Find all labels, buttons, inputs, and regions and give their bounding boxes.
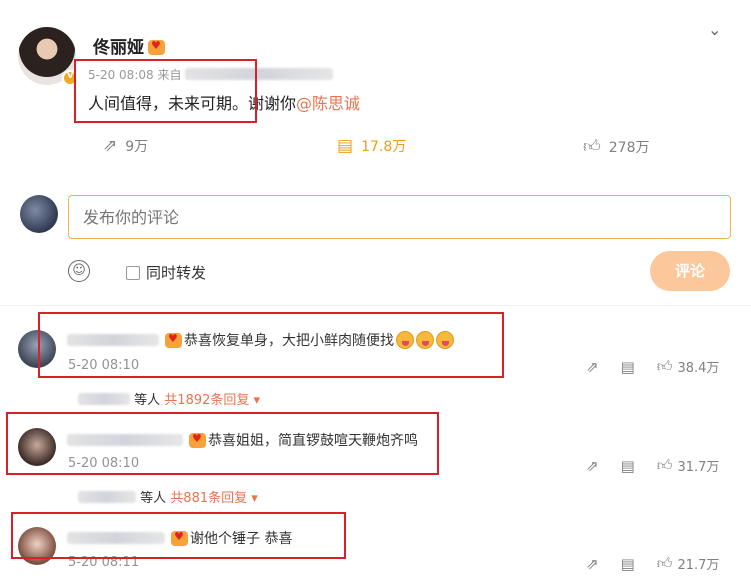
thumbs-up-icon: 👍︎ [583, 137, 601, 157]
emoji-icon[interactable]: ☺ [68, 260, 90, 282]
thumbs-up-icon: 👍︎ [656, 456, 673, 474]
highlight-box [11, 512, 346, 559]
reply-suffix: 等人 [140, 491, 167, 506]
like-count: 278万 [608, 139, 650, 156]
reply-summary[interactable]: 等人 共1892条回复 ▾ [78, 389, 260, 408]
comment-like-button[interactable]: 👍︎ 38.4万 [657, 357, 720, 376]
reply-summary[interactable]: 等人 共881条回复 ▾ [78, 487, 258, 506]
caret-down-icon: ▾ [247, 491, 258, 506]
caret-down-icon: ▾ [249, 393, 261, 408]
current-user-avatar [20, 195, 58, 233]
comment-like-count: 21.7万 [677, 558, 720, 573]
vip-crown-icon [148, 39, 165, 55]
author-name[interactable]: 佟丽娅 [93, 38, 144, 58]
comment-actions: ⇗ ▤ 👍︎ 21.7万 [586, 554, 719, 573]
reply-count[interactable]: 共1892条回复 [164, 393, 249, 408]
share-icon: ⇗ [103, 136, 118, 156]
repost-checkbox-text: 同时转发 [146, 264, 207, 282]
blurred-reply-users [78, 491, 136, 503]
share-icon[interactable]: ⇗ [586, 457, 599, 475]
like-button[interactable]: 👍︎ 278万 [583, 136, 650, 157]
highlight-box [74, 59, 257, 123]
author-name-row[interactable]: 佟丽娅 [93, 33, 165, 58]
repost-checkbox[interactable] [126, 265, 140, 280]
comment-actions: ⇗ ▤ 👍︎ 31.7万 [586, 456, 719, 475]
comment-icon[interactable]: ▤ [621, 457, 635, 475]
highlight-box [6, 412, 439, 475]
divider [0, 305, 751, 306]
repost-count: 9万 [125, 139, 149, 155]
reply-count[interactable]: 共881条回复 [170, 491, 247, 506]
comment-like-count: 31.7万 [677, 460, 720, 475]
thumbs-up-icon: 👍︎ [656, 357, 673, 375]
repost-checkbox-label[interactable]: 同时转发 [126, 262, 206, 283]
comment-icon[interactable]: ▤ [621, 358, 635, 376]
comment-count: 17.8万 [361, 139, 407, 155]
share-icon[interactable]: ⇗ [586, 555, 599, 573]
share-icon[interactable]: ⇗ [586, 358, 599, 376]
comment-like-button[interactable]: 👍︎ 31.7万 [657, 456, 720, 475]
submit-comment-button[interactable]: 评论 [650, 251, 730, 291]
comment-button[interactable]: ▤ 17.8万 [337, 136, 406, 156]
chevron-down-icon[interactable]: ⌄ [708, 20, 721, 39]
highlight-box [38, 312, 504, 378]
comment-icon[interactable]: ▤ [621, 555, 635, 573]
blurred-reply-users [78, 393, 130, 405]
comment-like-count: 38.4万 [677, 361, 720, 376]
comment-icon: ▤ [337, 136, 354, 156]
mention-link[interactable]: @陈思诚 [296, 94, 360, 113]
thumbs-up-icon: 👍︎ [656, 554, 673, 572]
reply-suffix: 等人 [134, 393, 161, 408]
comment-actions: ⇗ ▤ 👍︎ 38.4万 [586, 357, 719, 376]
comment-input[interactable] [68, 195, 731, 239]
comment-like-button[interactable]: 👍︎ 21.7万 [657, 554, 720, 573]
repost-button[interactable]: ⇗ 9万 [103, 136, 148, 156]
